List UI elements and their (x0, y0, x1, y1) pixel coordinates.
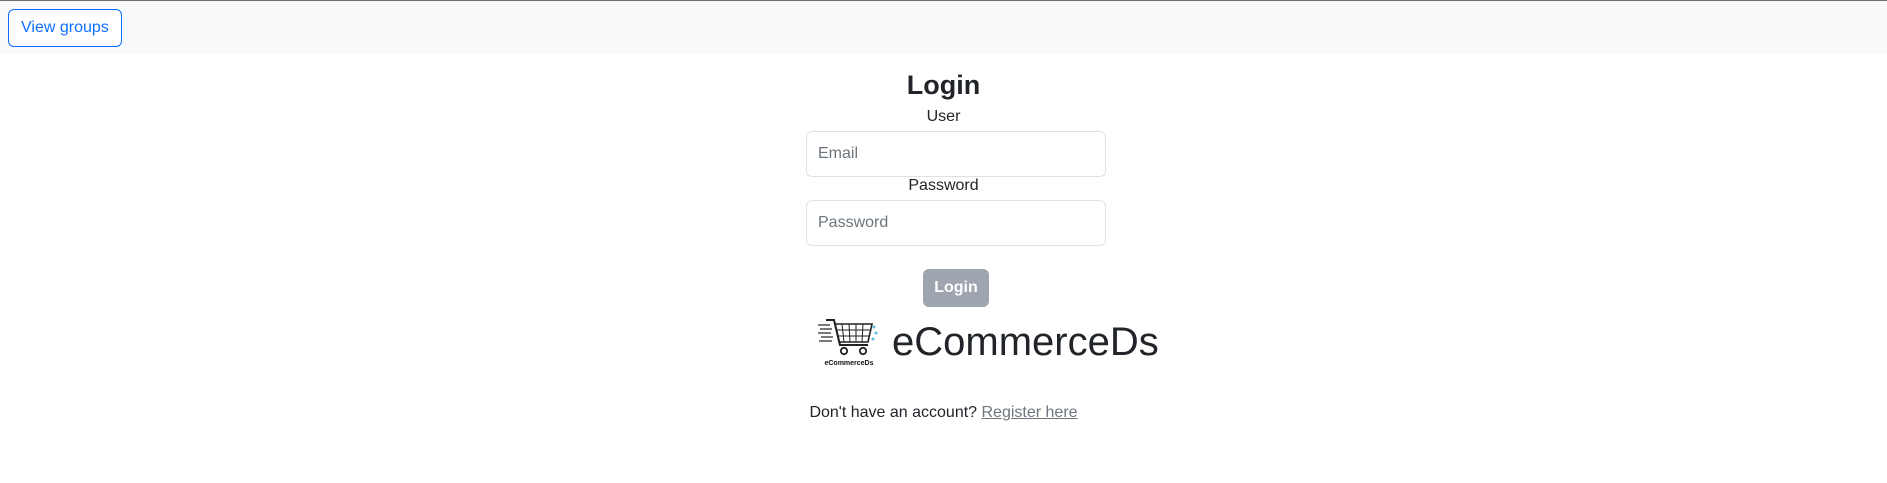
register-link[interactable]: Register here (982, 404, 1078, 421)
user-label: User (926, 108, 961, 125)
register-prompt: Don't have an account? Register here (0, 404, 1887, 422)
brand: eCommerceDs eCommerceDs (816, 316, 1159, 368)
register-prompt-text: Don't have an account? (809, 404, 982, 421)
shopping-cart-icon (818, 319, 878, 356)
view-groups-button[interactable]: View groups (8, 9, 122, 47)
logo-caption: eCommerceDs (824, 360, 874, 367)
brand-name: eCommerceDs (892, 320, 1159, 364)
page-title: Login (906, 70, 981, 100)
navbar: View groups (0, 1, 1887, 54)
login-button[interactable]: Login (923, 269, 989, 307)
email-input[interactable] (806, 131, 1106, 177)
password-label: Password (908, 177, 979, 194)
password-input[interactable] (806, 200, 1106, 246)
shopping-cart-icon: eCommerceDs (816, 317, 882, 367)
